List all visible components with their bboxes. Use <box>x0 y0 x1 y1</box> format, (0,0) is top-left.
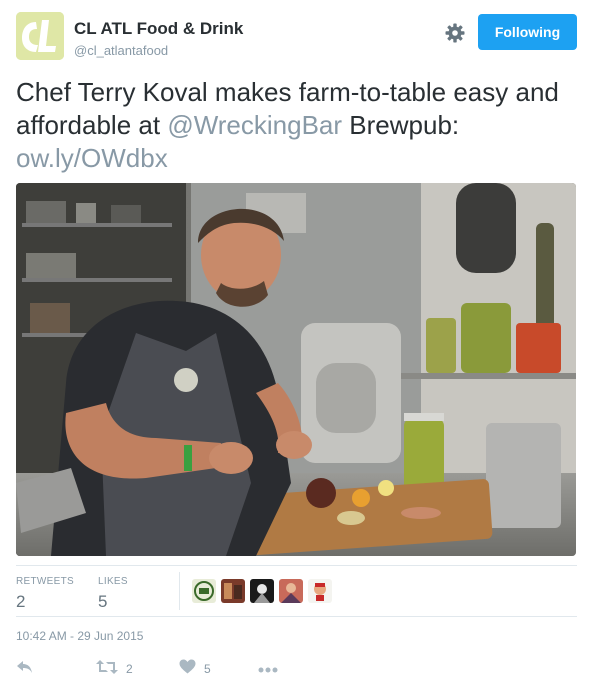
reply-icon <box>16 659 34 680</box>
tweet-header: CL ATL Food & Drink @cl_atlantafood Foll… <box>16 12 577 64</box>
stats-divider <box>179 572 180 610</box>
tweet-actions: 2 5 <box>16 658 416 682</box>
following-button[interactable]: Following <box>478 14 577 50</box>
gear-icon[interactable] <box>444 22 466 44</box>
retweets-label: RETWEETS <box>16 576 74 587</box>
url-link[interactable]: ow.ly/OWdbx <box>16 143 168 173</box>
cl-logo-icon <box>16 12 64 60</box>
retweet-button[interactable]: 2 <box>96 658 133 680</box>
liker-avatar[interactable] <box>221 579 245 603</box>
account-handle[interactable]: @cl_atlantafood <box>74 43 168 58</box>
heart-icon <box>179 659 196 679</box>
mention-link[interactable]: @WreckingBar <box>167 110 342 140</box>
liker-avatar[interactable] <box>308 579 332 603</box>
likes-stat[interactable]: LIKES 5 <box>98 576 128 612</box>
account-avatar[interactable] <box>16 12 64 60</box>
more-icon <box>258 660 278 678</box>
account-name[interactable]: CL ATL Food & Drink <box>74 19 243 39</box>
likes-label: LIKES <box>98 576 128 587</box>
like-button[interactable]: 5 <box>179 658 211 680</box>
retweet-count: 2 <box>126 662 133 676</box>
likes-count: 5 <box>98 592 108 611</box>
more-button[interactable] <box>258 658 278 680</box>
retweets-stat[interactable]: RETWEETS 2 <box>16 576 74 612</box>
like-count: 5 <box>204 662 211 676</box>
liker-avatar[interactable] <box>250 579 274 603</box>
tweet-text: Chef Terry Koval makes farm-to-table eas… <box>16 76 577 175</box>
retweets-count: 2 <box>16 592 26 611</box>
reply-button[interactable] <box>16 658 34 680</box>
retweet-icon <box>96 659 118 680</box>
tweet-stats: RETWEETS 2 LIKES 5 <box>16 565 577 617</box>
chef-photo <box>16 183 576 556</box>
liker-avatar[interactable] <box>192 579 216 603</box>
liker-avatar[interactable] <box>279 579 303 603</box>
tweet-text-part2: Brewpub: <box>342 110 460 140</box>
tweet-photo[interactable] <box>16 183 576 556</box>
tweet-timestamp[interactable]: 10:42 AM - 29 Jun 2015 <box>16 629 143 643</box>
